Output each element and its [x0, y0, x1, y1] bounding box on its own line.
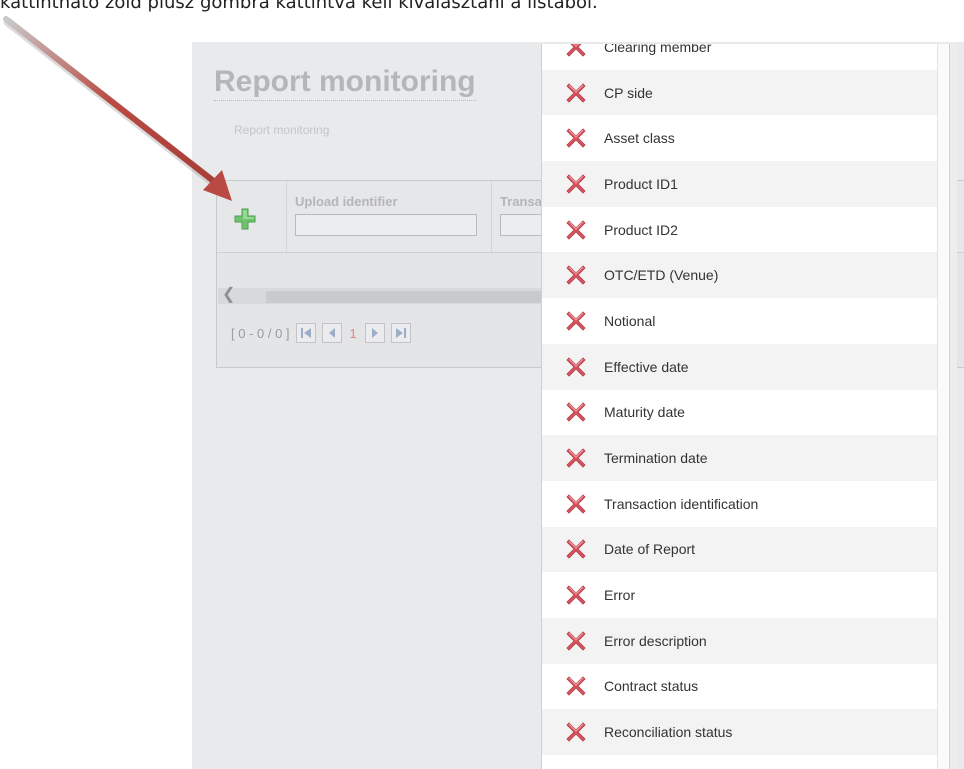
column-list-item-label: OTC/ETD (Venue) [604, 267, 719, 284]
column-chooser-panel: Clearing member CP side Asset class Product… [541, 44, 950, 769]
remove-icon[interactable] [564, 309, 588, 333]
remove-icon[interactable] [564, 720, 588, 744]
column-list-item-label: CP side [604, 84, 653, 101]
column-list-item[interactable]: CP side [542, 69, 937, 116]
column-list-item-label: Effective date [604, 358, 689, 375]
column-list-item[interactable]: Error [542, 572, 937, 618]
column-list-item[interactable]: Date of Report [542, 526, 937, 573]
column-list-item-label: Notional [604, 312, 656, 329]
column-list-item-label: Error description [604, 632, 707, 649]
column-list-item[interactable]: OTC/ETD (Venue) [542, 252, 937, 299]
column-list-item[interactable]: Notional [542, 298, 937, 344]
column-list-item[interactable]: Error description [542, 617, 937, 664]
remove-icon[interactable] [564, 537, 588, 561]
column-list-item-label: Product ID2 [604, 221, 678, 238]
remove-icon[interactable] [564, 44, 588, 59]
column-list-item-label: Error [604, 587, 636, 604]
remove-icon[interactable] [564, 81, 588, 105]
column-list-item[interactable]: Termination date [542, 435, 937, 481]
remove-icon[interactable] [564, 126, 588, 150]
remove-icon[interactable] [564, 172, 588, 196]
remove-icon[interactable] [564, 263, 588, 287]
column-list-item[interactable]: Maturity date [542, 390, 937, 436]
scroll-left-icon[interactable]: ❮ [222, 286, 235, 304]
upload-identifier-filter-input[interactable] [295, 214, 477, 236]
column-list-item-label: Product ID1 [604, 175, 678, 192]
column-list-item-label: Clearing member [604, 44, 712, 55]
scrollbar-thumb[interactable] [266, 291, 551, 303]
first-page-button[interactable] [295, 323, 316, 343]
remove-icon[interactable] [564, 446, 588, 470]
last-page-icon [395, 328, 406, 338]
next-page-button[interactable] [364, 323, 385, 343]
column-list-item[interactable]: Clearing member [542, 44, 937, 70]
pager: [ 0 - 0 / 0 ] 1 [231, 321, 411, 345]
add-column-cell [217, 181, 287, 252]
remove-icon[interactable] [564, 492, 588, 516]
column-list-item[interactable]: Effective date [542, 343, 937, 390]
add-column-button[interactable] [233, 207, 257, 231]
next-page-icon [371, 328, 378, 338]
remove-icon[interactable] [564, 629, 588, 653]
pager-range: [ 0 - 0 / 0 ] [231, 325, 290, 341]
remove-icon[interactable] [564, 355, 588, 379]
breadcrumb[interactable]: Report monitoring [234, 123, 329, 137]
column-list-item[interactable]: Reconciliation status [542, 709, 937, 755]
column-list-item-label: Termination date [604, 450, 708, 467]
column-list-item[interactable]: Product ID1 [542, 161, 937, 207]
column-list-item[interactable]: Product ID2 [542, 207, 937, 253]
panel-scrollbar[interactable] [937, 44, 948, 769]
plus-icon [234, 208, 256, 230]
current-page-number[interactable]: 1 [350, 326, 357, 341]
last-page-button[interactable] [390, 323, 411, 343]
column-list-item[interactable]: Contract status [542, 664, 937, 710]
previous-page-button[interactable] [321, 323, 342, 343]
horizontal-scrollbar[interactable]: ❮ [218, 286, 551, 304]
column-list-item-label: Reconciliation status [604, 724, 733, 741]
remove-icon[interactable] [564, 583, 588, 607]
column-header-label: Transa [500, 194, 542, 209]
column-list-item-label: Transaction identification [604, 495, 759, 512]
first-page-icon [300, 328, 311, 338]
remove-icon[interactable] [564, 218, 588, 242]
column-list-item-label: Date of Report [604, 541, 696, 558]
column-list-item[interactable]: Asset class [542, 115, 937, 161]
column-list-item-label: Contract status [604, 678, 699, 695]
column-list-item-label: Maturity date [604, 404, 685, 421]
column-upload-identifier: Upload identifier [287, 181, 492, 252]
column-list-item-label: Asset class [604, 130, 675, 147]
column-list-item[interactable]: Transaction identification [542, 481, 937, 527]
instruction-caption: kattintható zöld plusz gombra kattintva … [0, 0, 598, 13]
previous-page-icon [328, 328, 335, 338]
remove-icon[interactable] [564, 400, 588, 424]
page-title: Report monitoring [214, 64, 476, 101]
remove-icon[interactable] [564, 674, 588, 698]
column-header-label: Upload identifier [295, 194, 398, 209]
column-list: Clearing member CP side Asset class Product… [542, 44, 937, 755]
